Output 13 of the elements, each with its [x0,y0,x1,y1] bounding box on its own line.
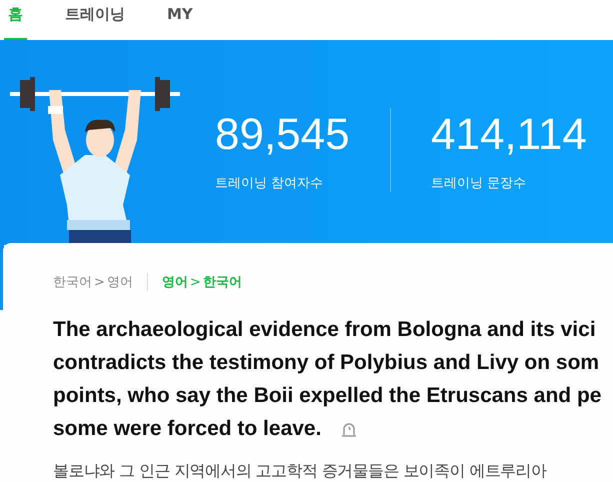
stat-label: 트레이닝 문장수 [431,175,528,192]
nav-tab[interactable]: 트레이닝 [61,0,129,40]
sentence-line: The archaeological evidence from Bologna and its vici [53,317,596,343]
stat-label: 트레이닝 참여자수 [215,175,324,192]
sentence-line: points, who say the Boii expelled the Etruscans and pe [53,383,602,409]
translation-text: 볼로냐와 그 인근 지역에서의 고고학적 증거물들은 보이족이 에트루리아 [53,461,548,482]
sentence-line: some were forced to leave. [53,416,322,442]
language-option[interactable]: 한국어>영어 [53,273,133,291]
nav-tab[interactable]: MY [163,0,197,40]
sentence-line: contradicts the testimony of Polybius and Livy on som [53,350,600,376]
stat-value: 89,545 [215,109,350,161]
stat-value: 414,114 [431,109,587,161]
language-option[interactable]: 영어>한국어 [146,273,242,291]
